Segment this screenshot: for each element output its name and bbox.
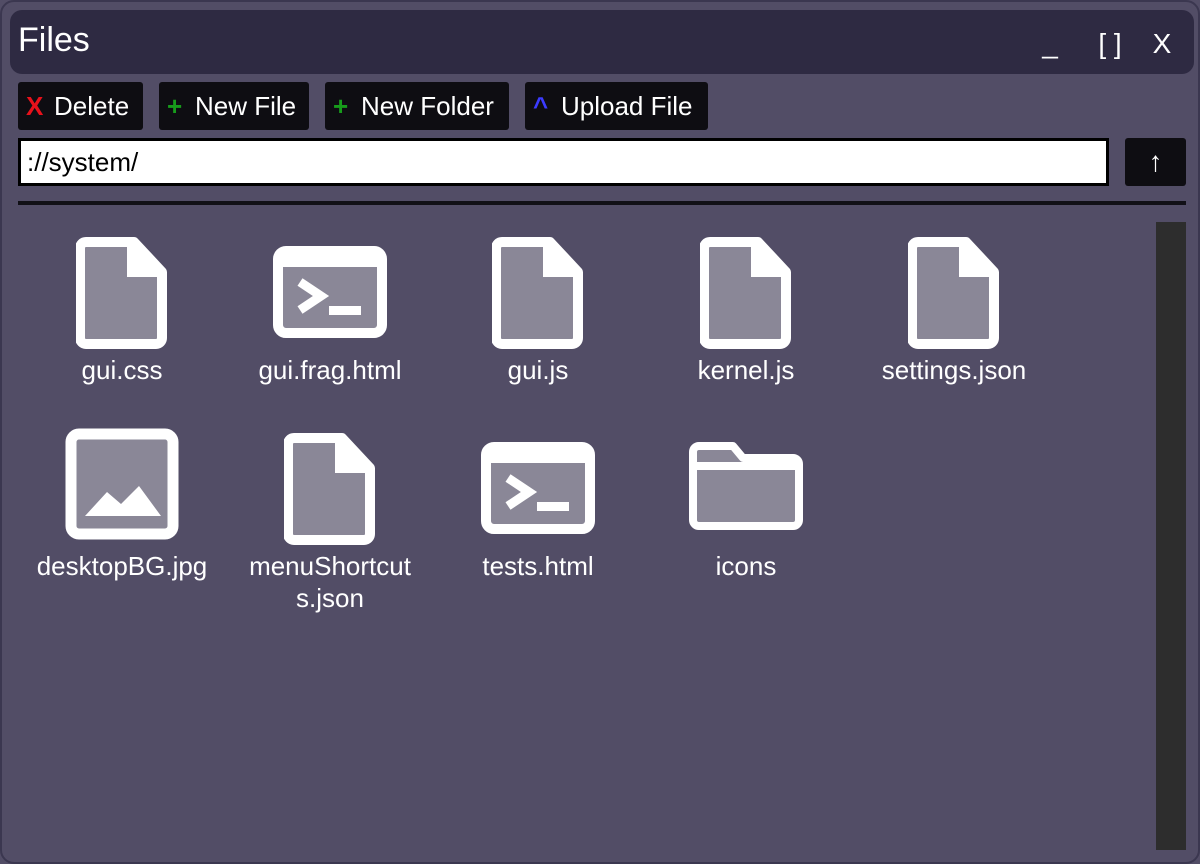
terminal-icon <box>440 418 636 546</box>
folder-icon <box>648 418 844 546</box>
divider <box>18 201 1186 205</box>
close-button[interactable]: X <box>1146 24 1178 64</box>
upload-file-button[interactable]: ^ Upload File <box>525 82 708 130</box>
file-icon <box>232 418 428 546</box>
new-folder-label: New Folder <box>361 91 494 121</box>
plus-icon: + <box>333 91 349 121</box>
caret-up-icon: ^ <box>533 91 549 121</box>
window-title: Files <box>18 21 90 59</box>
file-name: gui.frag.html <box>258 355 402 385</box>
file-name: settings.json <box>881 355 1027 385</box>
minimize-button[interactable]: _ <box>1034 24 1066 64</box>
new-file-label: New File <box>195 91 297 121</box>
file-name: tests.html <box>482 551 594 581</box>
delete-button[interactable]: X Delete <box>18 82 143 130</box>
file-name: kernel.js <box>697 355 795 385</box>
files-window: Files _ [ ] X X Delete + New File + New Fol… <box>0 0 1200 864</box>
parent-directory-button[interactable]: ↑ <box>1125 138 1186 186</box>
arrow-up-icon: ↑ <box>1148 146 1163 177</box>
maximize-button[interactable]: [ ] <box>1090 24 1130 64</box>
file-name: icons <box>715 551 777 581</box>
image-icon <box>24 418 220 546</box>
file-name: gui.js <box>507 355 569 385</box>
file-icon <box>24 222 220 350</box>
plus-icon: + <box>167 91 183 121</box>
scrollbar[interactable] <box>1156 222 1186 850</box>
file-name: menuShortcuts.json <box>249 551 411 613</box>
file-name: gui.css <box>81 355 163 385</box>
title-bar[interactable]: Files _ [ ] X <box>10 10 1194 74</box>
new-file-button[interactable]: + New File <box>159 82 309 130</box>
terminal-icon <box>232 222 428 350</box>
file-icon <box>440 222 636 350</box>
file-icon <box>856 222 1052 350</box>
delete-label: Delete <box>54 91 130 121</box>
upload-file-label: Upload File <box>561 91 693 121</box>
file-icon <box>648 222 844 350</box>
file-name: desktopBG.jpg <box>36 551 208 581</box>
path-input[interactable] <box>18 138 1109 186</box>
new-folder-button[interactable]: + New Folder <box>325 82 509 130</box>
delete-x-icon: X <box>26 91 44 121</box>
